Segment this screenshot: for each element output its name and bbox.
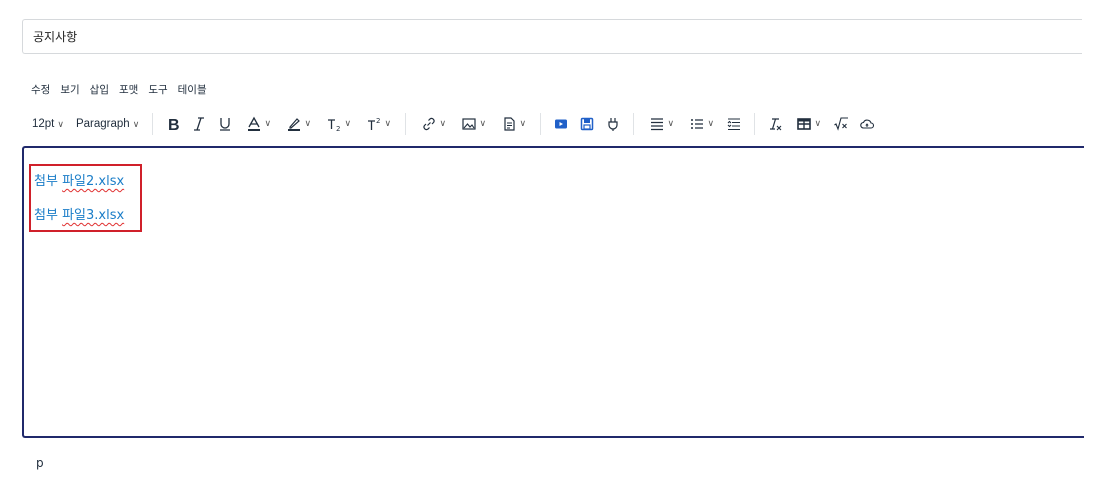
font-size-select[interactable]: 12pt ∨ [26,111,70,137]
menu-table[interactable]: 테이블 [173,80,212,99]
editor-page: 수정 보기 삽입 포맷 도구 테이블 12pt ∨ Paragraph ∨ B … [0,0,1107,482]
attachment-line: 첨부 파일3.xlsx [34,206,1074,226]
attachment-prefix: 첨부 [34,174,58,189]
toolbar-separator [540,113,542,135]
menu-view[interactable]: 보기 [55,80,84,99]
chevron-down-icon: ∨ [814,119,822,129]
block-format-select[interactable]: Paragraph ∨ [70,111,145,137]
menubar: 수정 보기 삽입 포맷 도구 테이블 [26,79,212,99]
chevron-down-icon: ∨ [667,119,675,129]
chevron-down-icon: ∨ [707,119,715,129]
attachment-link[interactable]: 파일3.xlsx [62,208,124,223]
chevron-down-icon: ∨ [479,119,487,129]
editor-content[interactable]: 첨부 파일2.xlsx 첨부 파일3.xlsx [24,148,1084,226]
superscript-button[interactable]: 2 ∨ [358,111,398,137]
align-icon [650,118,663,131]
toolbar-separator [754,113,756,135]
chevron-down-icon: ∨ [519,119,527,129]
italic-icon[interactable] [186,111,212,137]
underline-icon[interactable] [212,111,238,137]
save-icon[interactable] [574,111,600,137]
font-size-label: 12pt [32,118,55,130]
block-format-label: Paragraph [75,118,130,130]
image-icon [461,118,476,130]
subscript-icon: 2 [327,119,340,132]
svg-text:B: B [168,117,180,132]
align-button[interactable]: ∨ [641,111,681,137]
svg-text:2: 2 [336,125,340,132]
toolbar-separator [405,113,407,135]
highlight-color-button[interactable]: ∨ [278,111,318,137]
attachment-line: 첨부 파일2.xlsx [34,172,1074,192]
toolbar-separator [633,113,635,135]
toolbar-separator [152,113,154,135]
document-button[interactable]: ∨ [493,111,533,137]
menu-tools[interactable]: 도구 [143,80,172,99]
plugin-icon[interactable] [600,111,626,137]
link-icon [422,117,435,131]
title-input[interactable] [22,19,1082,54]
superscript-icon: 2 [367,117,380,130]
text-color-icon [247,116,260,131]
attachment-link[interactable]: 파일2.xlsx [62,174,124,189]
bullet-list-icon [690,119,703,129]
chevron-down-icon: ∨ [264,119,272,129]
chevron-down-icon: ∨ [344,119,352,129]
status-path: p [36,456,44,470]
cloud-icon[interactable] [854,111,880,137]
svg-text:2: 2 [376,117,380,125]
subscript-button[interactable]: 2 ∨ [318,111,358,137]
document-icon [503,117,515,131]
clear-format-icon[interactable] [762,111,788,137]
line-height-icon[interactable] [721,111,747,137]
link-button[interactable]: ∨ [413,111,453,137]
toolbar: 12pt ∨ Paragraph ∨ B ∨ ∨ 2 ∨ 2 ∨ ∨ ∨ ∨ ∨… [26,110,1086,138]
attachment-prefix: 첨부 [34,208,58,223]
menu-edit[interactable]: 수정 [26,80,55,99]
video-icon[interactable] [548,111,574,137]
editor-area[interactable]: 첨부 파일2.xlsx 첨부 파일3.xlsx [22,146,1084,438]
menu-format[interactable]: 포맷 [114,80,143,99]
chevron-down-icon: ∨ [439,119,447,129]
chevron-down-icon: ∨ [57,118,64,129]
chevron-down-icon: ∨ [132,118,140,129]
image-button[interactable]: ∨ [453,111,493,137]
math-icon[interactable] [828,111,854,137]
chevron-down-icon: ∨ [304,119,312,129]
menu-insert[interactable]: 삽입 [85,80,114,99]
bold-icon[interactable]: B [160,111,186,137]
bullet-list-button[interactable]: ∨ [681,111,721,137]
text-color-button[interactable]: ∨ [238,111,278,137]
chevron-down-icon: ∨ [384,119,392,129]
highlight-color-icon [287,118,300,131]
table-button[interactable]: ∨ [788,111,828,137]
table-icon [796,118,811,130]
